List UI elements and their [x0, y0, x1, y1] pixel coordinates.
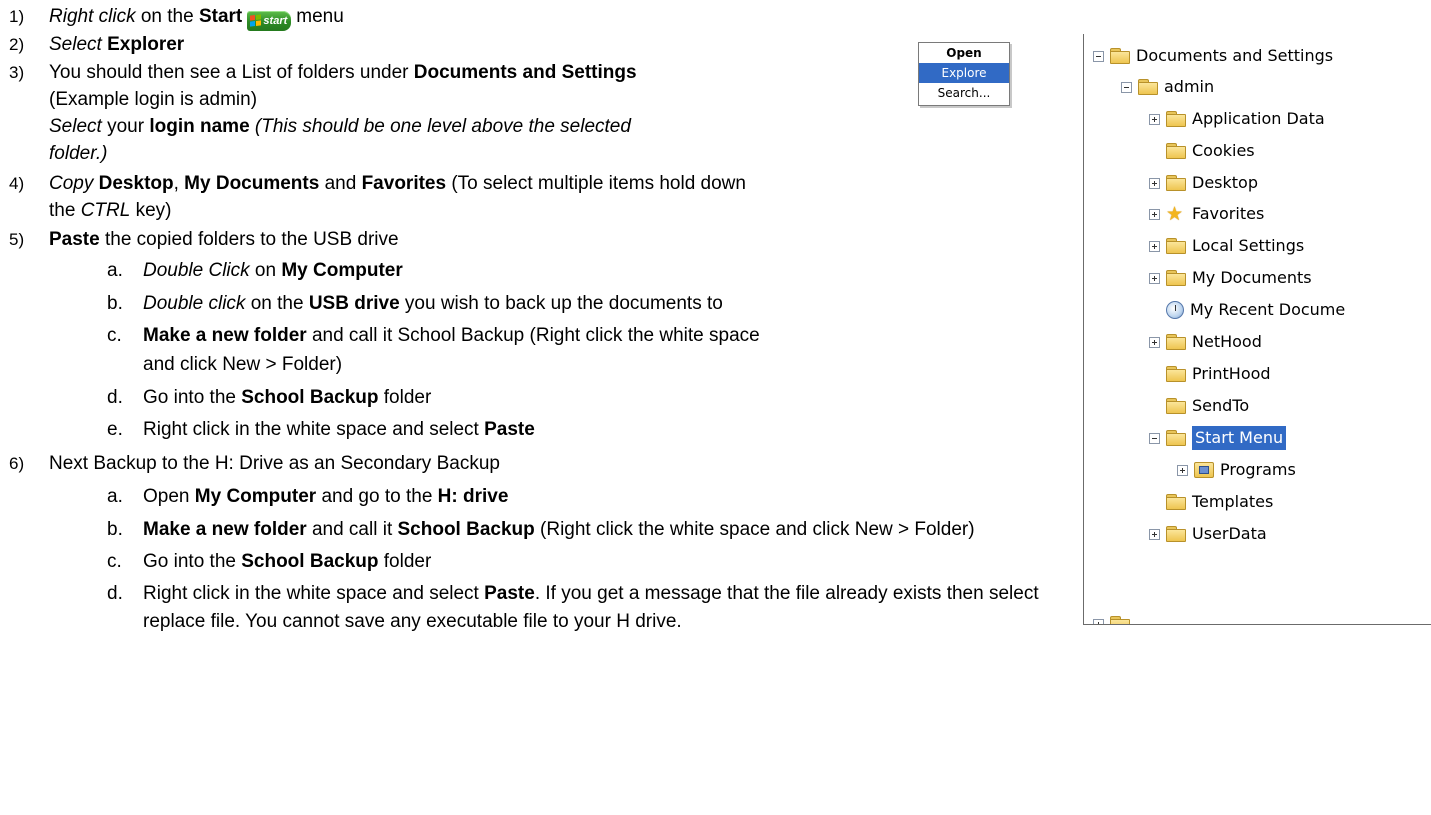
expand-icon[interactable]	[1149, 528, 1160, 540]
folder-icon	[1166, 111, 1186, 127]
expand-icon[interactable]	[1149, 177, 1160, 189]
collapse-icon[interactable]	[1149, 432, 1160, 444]
step-text: Right click	[49, 6, 136, 27]
folder-tree: Documents and Settings admin Application…	[1083, 34, 1431, 625]
folder-icon	[1166, 270, 1186, 286]
folder-icon	[1110, 48, 1130, 64]
tree-item-templates[interactable]: Templates	[1149, 487, 1273, 517]
tree-item-printhood[interactable]: PrintHood	[1149, 359, 1271, 389]
expand-icon[interactable]	[1149, 113, 1160, 125]
folder-icon	[1166, 430, 1186, 446]
tree-item-admin[interactable]: admin	[1121, 72, 1214, 102]
step-text: on the	[135, 6, 199, 27]
expand-icon[interactable]	[1177, 464, 1188, 476]
menu-item-open[interactable]: Open	[919, 43, 1009, 63]
tree-item-programs[interactable]: Programs	[1177, 455, 1296, 485]
tree-item-nethood[interactable]: NetHood	[1149, 327, 1262, 357]
tree-item-start-menu[interactable]: Start Menu	[1149, 423, 1287, 453]
tree-item-desktop[interactable]: Desktop	[1149, 168, 1258, 198]
collapse-icon[interactable]	[1121, 81, 1132, 93]
tree-item-cookies[interactable]: Cookies	[1149, 136, 1255, 166]
context-menu: Open Explore Search...	[918, 42, 1010, 106]
star-icon: ★	[1166, 203, 1184, 225]
step-text: Start	[198, 6, 243, 27]
folder-icon	[1166, 526, 1186, 542]
tree-item-my-documents[interactable]: My Documents	[1149, 263, 1312, 293]
expand-icon[interactable]	[1149, 208, 1160, 220]
folder-icon	[1166, 143, 1186, 159]
tree-item-local-settings[interactable]: Local Settings	[1149, 231, 1304, 261]
recent-documents-icon	[1166, 301, 1184, 319]
step-text: menu	[296, 6, 344, 27]
tree-item-cut-off	[1093, 609, 1136, 624]
folder-icon	[1166, 398, 1186, 414]
expand-icon[interactable]	[1149, 272, 1160, 284]
programs-folder-icon	[1194, 462, 1214, 478]
folder-icon	[1166, 366, 1186, 382]
menu-item-explore[interactable]: Explore	[919, 63, 1009, 83]
tree-item-userdata[interactable]: UserData	[1149, 519, 1267, 549]
collapse-icon[interactable]	[1093, 50, 1104, 62]
tree-item-my-recent-documents[interactable]: My Recent Docume	[1149, 295, 1345, 325]
menu-item-search[interactable]: Search...	[919, 83, 1009, 103]
folder-icon	[1166, 334, 1186, 350]
windows-flag-icon	[250, 14, 262, 27]
folder-icon	[1110, 616, 1130, 624]
folder-icon	[1166, 175, 1186, 191]
folder-icon	[1138, 79, 1158, 95]
expand-icon[interactable]	[1149, 240, 1160, 252]
tree-item-sendto[interactable]: SendTo	[1149, 391, 1249, 421]
expand-icon[interactable]	[1149, 336, 1160, 348]
tree-item-favorites[interactable]: ★ Favorites	[1149, 199, 1264, 229]
folder-icon	[1166, 238, 1186, 254]
folder-icon	[1166, 494, 1186, 510]
start-button-image: start	[247, 11, 292, 31]
tree-item-application-data[interactable]: Application Data	[1149, 104, 1325, 134]
tree-item-documents-and-settings[interactable]: Documents and Settings	[1093, 41, 1333, 71]
expand-icon	[1093, 618, 1104, 624]
step-number: 1)	[9, 7, 25, 26]
